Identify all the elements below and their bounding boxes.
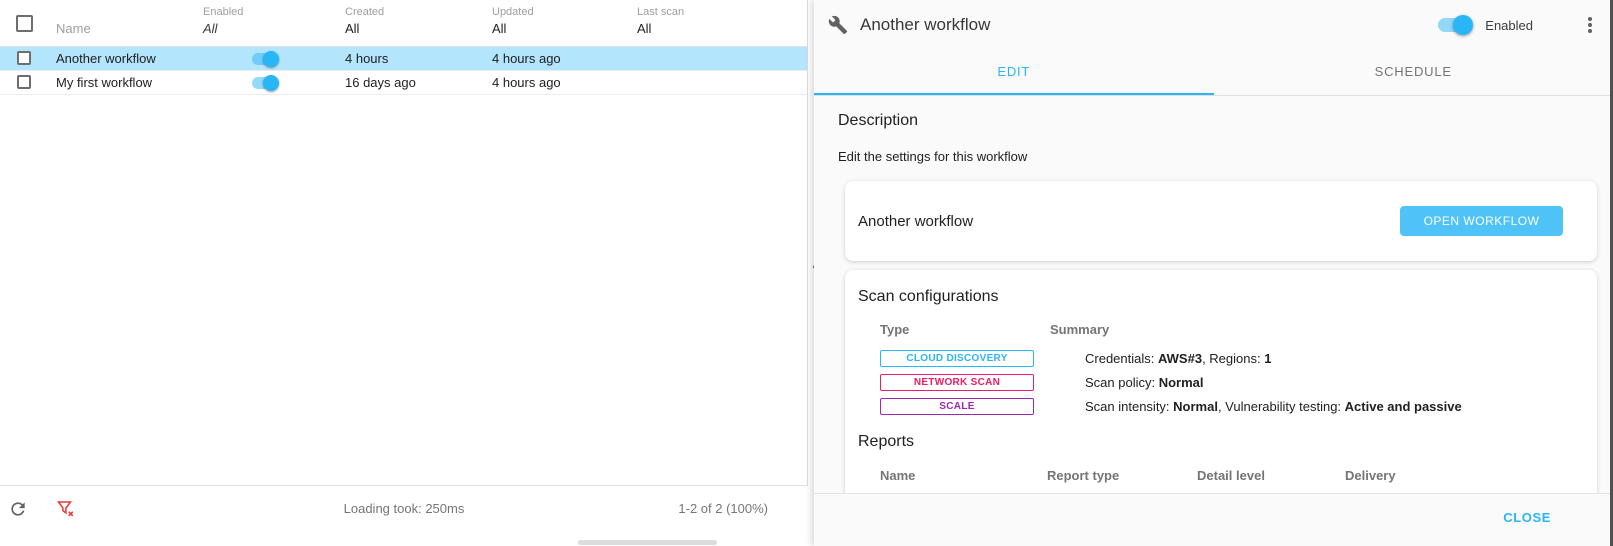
scan-config-row: CLOUD DISCOVERY Credentials: AWS#3, Regi…: [880, 346, 1597, 370]
scan-configurations-card: Scan configurations Type Summary CLOUD D…: [845, 270, 1597, 493]
scan-type-chip: CLOUD DISCOVERY: [880, 350, 1034, 367]
scan-col-summary: Summary: [1050, 322, 1597, 338]
reports-col-detail-level: Detail level: [1197, 468, 1345, 484]
scan-summary: Credentials: AWS#3, Regions: 1: [1085, 351, 1271, 366]
reports-heading: Reports: [858, 433, 1597, 451]
close-button[interactable]: CLOSE: [1503, 510, 1551, 525]
select-all-checkbox[interactable]: [16, 15, 33, 32]
description-text: Edit the settings for this workflow: [838, 149, 1597, 164]
column-header-name: Name: [56, 21, 91, 36]
workflows-screen: Name Enabled All Created All Updated All…: [0, 0, 1613, 546]
detail-footer: CLOSE: [814, 493, 1613, 546]
description-heading: Description: [838, 112, 1597, 130]
detail-title: Another workflow: [860, 15, 990, 35]
scan-configurations-heading: Scan configurations: [845, 288, 1597, 306]
created-value: 16 days ago: [345, 71, 416, 95]
table-row[interactable]: Another workflow 4 hours 4 hours ago: [0, 47, 807, 71]
workflow-card: Another workflow OPEN WORKFLOW: [845, 181, 1597, 261]
pagination-range: 1-2 of 2 (100%): [678, 501, 768, 516]
scan-summary: Scan intensity: Normal, Vulnerability te…: [1085, 399, 1462, 414]
scan-summary: Scan policy: Normal: [1085, 375, 1204, 390]
workflow-detail-panel: Another workflow Enabled EDIT SCHEDULE D…: [814, 0, 1613, 546]
row-checkbox[interactable]: [17, 51, 31, 65]
enabled-label: Enabled: [1485, 18, 1533, 33]
updated-value: 4 hours ago: [492, 47, 561, 71]
tab-schedule[interactable]: SCHEDULE: [1214, 50, 1613, 95]
workflow-table-panel: Name Enabled All Created All Updated All…: [0, 0, 808, 531]
table-footer: Loading took: 250ms 1-2 of 2 (100%): [0, 485, 808, 531]
table-row[interactable]: My first workflow 16 days ago 4 hours ag…: [0, 71, 807, 95]
enabled-toggle[interactable]: [251, 51, 279, 67]
scan-col-type: Type: [880, 322, 1050, 338]
active-tab-indicator: [814, 93, 1214, 95]
workflow-name: My first workflow: [56, 71, 152, 95]
enabled-toggle[interactable]: [251, 75, 279, 91]
created-filter[interactable]: All: [345, 21, 359, 36]
kebab-menu-icon[interactable]: [1583, 15, 1597, 35]
scan-config-row: SCALE Scan intensity: Normal, Vulnerabil…: [880, 394, 1597, 418]
enabled-filter[interactable]: All: [203, 21, 217, 36]
detail-toolbar: Another workflow Enabled: [814, 0, 1613, 50]
scan-config-row: NETWORK SCAN Scan policy: Normal: [880, 370, 1597, 394]
wrench-icon: [828, 15, 848, 35]
detail-content: Description Edit the settings for this w…: [814, 96, 1613, 493]
detail-tabs: EDIT SCHEDULE: [814, 50, 1613, 96]
tab-edit[interactable]: EDIT: [814, 50, 1214, 95]
last-scan-filter[interactable]: All: [637, 21, 651, 36]
scan-configurations-table: Type Summary CLOUD DISCOVERY Credentials…: [880, 322, 1597, 418]
horizontal-scrollbar[interactable]: [578, 540, 717, 545]
workflow-enabled-toggle[interactable]: [1437, 15, 1473, 35]
reports-col-delivery: Delivery: [1345, 468, 1597, 484]
scan-type-chip: SCALE: [880, 398, 1034, 415]
updated-value: 4 hours ago: [492, 71, 561, 95]
workflow-name: Another workflow: [56, 47, 156, 71]
workflow-card-name: Another workflow: [858, 213, 973, 230]
scan-type-chip: NETWORK SCAN: [880, 374, 1034, 391]
open-workflow-button[interactable]: OPEN WORKFLOW: [1400, 206, 1563, 236]
row-checkbox[interactable]: [17, 75, 31, 89]
reports-table-header: Name Report type Detail level Delivery: [880, 468, 1597, 484]
reports-col-name: Name: [880, 468, 1047, 484]
updated-filter[interactable]: All: [492, 21, 506, 36]
reports-col-report-type: Report type: [1047, 468, 1197, 484]
table-header-row: Name Enabled All Created All Updated All…: [0, 0, 807, 47]
created-value: 4 hours: [345, 47, 388, 71]
